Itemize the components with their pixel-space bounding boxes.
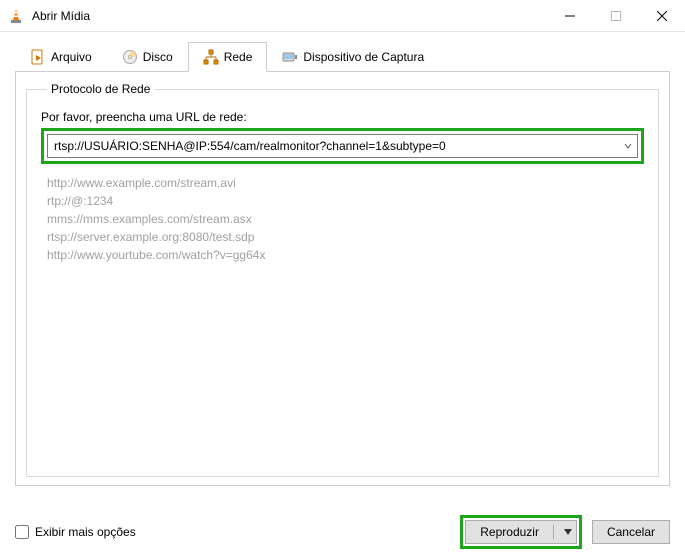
more-options-input[interactable]	[15, 525, 29, 539]
minimize-button[interactable]	[547, 0, 593, 32]
minimize-icon	[565, 11, 575, 21]
play-button-label: Reproduzir	[480, 525, 539, 539]
url-prompt: Por favor, preencha uma URL de rede:	[41, 110, 644, 124]
maximize-icon	[611, 11, 621, 21]
tab-capture-label: Dispositivo de Captura	[303, 50, 424, 64]
window-controls	[547, 0, 685, 32]
tab-network-label: Rede	[224, 50, 253, 64]
network-icon	[203, 49, 219, 65]
window-title: Abrir Mídia	[32, 9, 547, 23]
network-protocol-group: Protocolo de Rede Por favor, preencha um…	[26, 82, 659, 477]
example-line: mms://mms.examples.com/stream.asx	[47, 210, 644, 228]
split-divider	[553, 525, 554, 539]
tab-bar: Arquivo Disco Rede Dispositivo de Captur…	[15, 42, 670, 72]
play-button[interactable]: Reproduzir	[465, 520, 577, 544]
example-line: rtp://@:1234	[47, 192, 644, 210]
tab-disc[interactable]: Disco	[107, 42, 188, 72]
close-icon	[657, 11, 667, 21]
url-dropdown-button[interactable]	[619, 142, 637, 150]
close-button[interactable]	[639, 0, 685, 32]
more-options-checkbox[interactable]: Exibir mais opções	[15, 525, 136, 539]
dialog-footer: Exibir mais opções Reproduzir Cancelar	[15, 515, 670, 549]
file-icon	[30, 49, 46, 65]
titlebar: Abrir Mídia	[0, 0, 685, 32]
vlc-icon	[8, 8, 24, 24]
dialog-body: Arquivo Disco Rede Dispositivo de Captur…	[0, 32, 685, 486]
cancel-button[interactable]: Cancelar	[592, 520, 670, 544]
url-examples: http://www.example.com/stream.avi rtp://…	[47, 174, 644, 264]
network-protocol-legend: Protocolo de Rede	[47, 82, 154, 96]
example-line: http://www.example.com/stream.avi	[47, 174, 644, 192]
disc-icon	[122, 49, 138, 65]
maximize-button	[593, 0, 639, 32]
example-line: http://www.yourtube.com/watch?v=gg64x	[47, 246, 644, 264]
tab-disc-label: Disco	[143, 50, 173, 64]
caret-down-icon	[564, 528, 572, 536]
example-line: rtsp://server.example.org:8080/test.sdp	[47, 228, 644, 246]
play-highlight: Reproduzir	[460, 515, 582, 549]
more-options-label: Exibir mais opções	[35, 525, 136, 539]
tab-capture[interactable]: Dispositivo de Captura	[267, 42, 439, 72]
tab-panel: Protocolo de Rede Por favor, preencha um…	[15, 71, 670, 486]
chevron-down-icon	[624, 142, 632, 150]
url-highlight	[41, 128, 644, 164]
url-combobox[interactable]	[47, 134, 638, 158]
url-input[interactable]	[48, 135, 619, 157]
cancel-button-label: Cancelar	[607, 525, 655, 539]
capture-icon	[282, 49, 298, 65]
tab-network[interactable]: Rede	[188, 42, 268, 72]
button-row: Reproduzir Cancelar	[460, 515, 670, 549]
tab-file-label: Arquivo	[51, 50, 92, 64]
tab-file[interactable]: Arquivo	[15, 42, 107, 72]
